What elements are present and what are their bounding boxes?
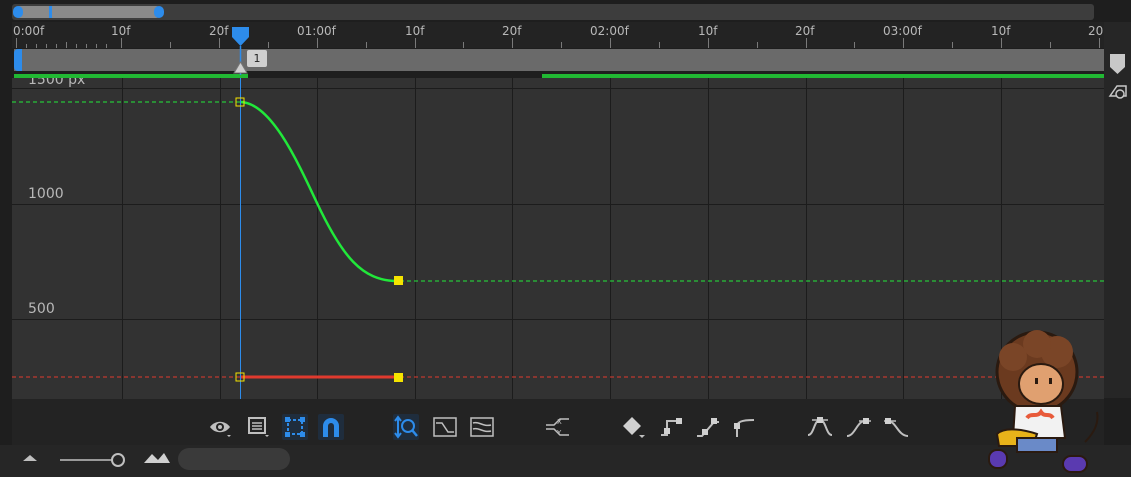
zoom-out-icon[interactable] xyxy=(20,451,40,465)
snap-magnet-icon[interactable] xyxy=(318,414,344,440)
zoom-end-icon[interactable] xyxy=(1107,52,1129,104)
eye-icon[interactable] xyxy=(207,414,233,440)
fit-all-icon[interactable] xyxy=(469,414,495,440)
keyframe-interpolation-icon[interactable] xyxy=(621,414,647,440)
keyframe-handle[interactable] xyxy=(394,276,403,285)
playhead[interactable] xyxy=(230,27,252,75)
easy-ease-in-icon[interactable] xyxy=(845,414,871,440)
work-area-start-handle[interactable] xyxy=(14,49,22,71)
y-axis-label: 1500 px xyxy=(28,78,86,88)
auto-zoom-height-icon[interactable] xyxy=(393,414,419,440)
work-area-bar[interactable] xyxy=(14,49,1104,71)
graph-grid xyxy=(12,78,1104,399)
list-icon[interactable] xyxy=(245,414,271,440)
y-axis-label: 1000 xyxy=(28,186,64,202)
green-value-curve[interactable] xyxy=(239,100,398,283)
avatar xyxy=(988,330,1099,473)
convert-linear-icon[interactable] xyxy=(695,414,721,440)
convert-auto-bezier-icon[interactable] xyxy=(732,414,758,440)
convert-hold-icon[interactable] xyxy=(658,414,684,440)
svg-text:X: X xyxy=(557,418,562,426)
zoom-slider[interactable] xyxy=(58,450,130,470)
easy-ease-icon[interactable] xyxy=(806,414,832,440)
svg-text:Y: Y xyxy=(556,429,562,437)
y-axis-label: 500 xyxy=(28,301,55,317)
graph-editor-area[interactable]: 1500 px 1000 500 xyxy=(12,78,1104,399)
keyframe-handle[interactable] xyxy=(394,373,403,382)
easy-ease-out-icon[interactable] xyxy=(882,414,908,440)
separate-dimensions-icon[interactable]: XY xyxy=(543,414,569,440)
zoom-in-icon[interactable] xyxy=(142,449,172,467)
timeline-scroll-pill[interactable] xyxy=(178,448,290,470)
fit-selection-icon[interactable] xyxy=(432,414,458,440)
ruler-ticks xyxy=(16,38,1100,48)
transform-box-icon[interactable] xyxy=(282,414,308,440)
